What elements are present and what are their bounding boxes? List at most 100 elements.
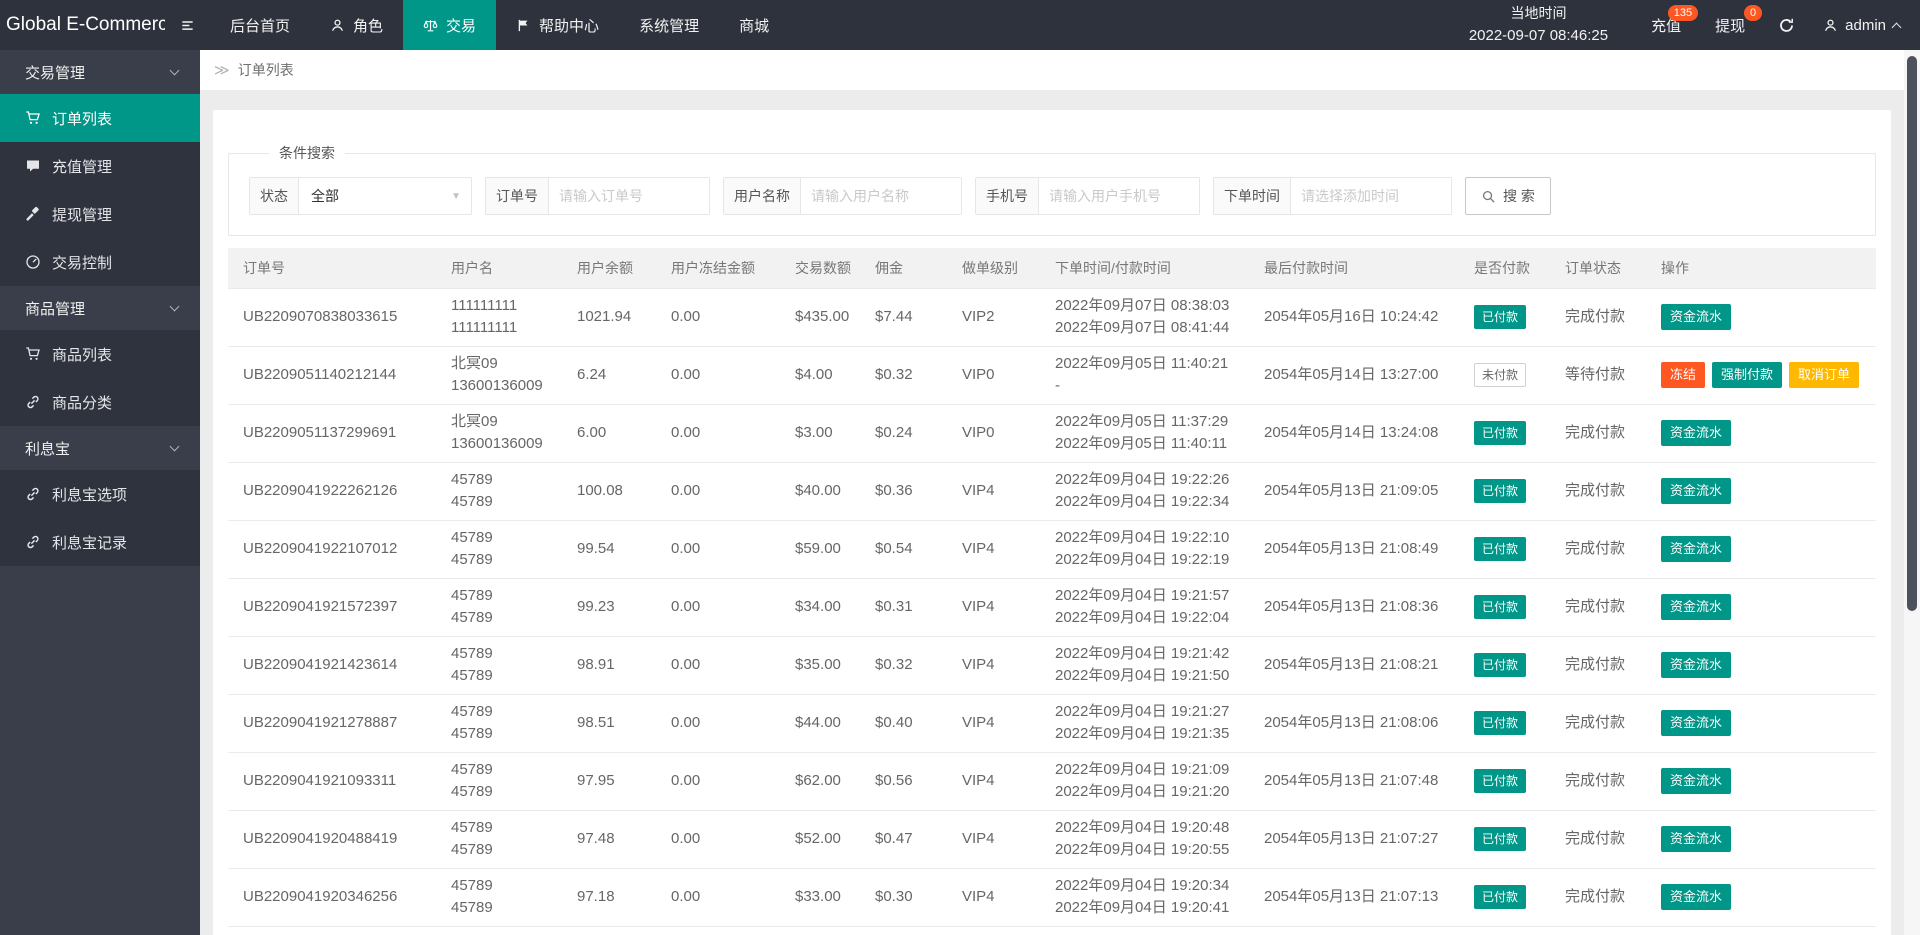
sidebar-section-商品管理[interactable]: 商品管理 — [0, 286, 200, 330]
sidebar-section-利息宝[interactable]: 利息宝 — [0, 426, 200, 470]
order-no-label: 订单号 — [486, 178, 549, 214]
balance-cell: 99.23 — [569, 578, 663, 637]
table-row: UB2209051140212144 北冥09 13600136009 6.24 0.0… — [228, 346, 1876, 405]
scrollbar-thumb[interactable] — [1907, 56, 1917, 611]
chevron-down-icon — [169, 441, 180, 451]
vip-level-cell: VIP4 — [954, 578, 1047, 637]
nav-item-交易[interactable]: 交易 — [403, 0, 497, 50]
line-1: 2022年09月04日 19:20:48 — [1055, 819, 1230, 836]
action-button-资金流水[interactable]: 资金流水 — [1661, 652, 1732, 678]
local-time-value: 2022-09-07 08:46:25 — [1468, 27, 1609, 45]
notification-badge: 135 — [1667, 5, 1699, 21]
balance-cell: 97.95 — [569, 752, 663, 811]
action-button-资金流水[interactable]: 资金流水 — [1661, 826, 1732, 852]
phone-input[interactable] — [1039, 178, 1199, 214]
search-button[interactable]: 搜 索 — [1465, 177, 1551, 215]
sidebar-item-利息宝选项[interactable]: 利息宝选项 — [0, 470, 200, 518]
user-cell: 45789 45789 — [443, 636, 569, 695]
pay-status-badge: 已付款 — [1474, 421, 1527, 445]
line-2: 45789 — [451, 493, 493, 510]
status-select[interactable]: 全部 ▼ — [299, 178, 471, 214]
action-button-资金流水[interactable]: 资金流水 — [1661, 768, 1732, 794]
commission-cell: $7.44 — [867, 288, 954, 347]
nav-item-帮助中心[interactable]: 帮助中心 — [496, 0, 619, 50]
nav-item-系统管理[interactable]: 系统管理 — [619, 0, 719, 50]
vertical-scrollbar[interactable] — [1904, 50, 1920, 935]
line-1: 45789 — [451, 645, 493, 662]
sidebar-section-交易管理[interactable]: 交易管理 — [0, 50, 200, 94]
pay-status-cell: 已付款 — [1466, 636, 1557, 695]
user-name-input[interactable] — [801, 178, 961, 214]
sidebar-item-利息宝记录[interactable]: 利息宝记录 — [0, 518, 200, 566]
admin-menu[interactable]: admin — [1811, 0, 1920, 50]
refresh-button[interactable] — [1762, 0, 1811, 50]
last-pay-time-cell: 2054年05月13日 21:08:36 — [1256, 578, 1466, 637]
line-1: 北冥09 — [451, 413, 498, 430]
balance-cell: 100.08 — [569, 462, 663, 521]
order-time-input[interactable] — [1291, 178, 1451, 214]
nav-item-label: 商城 — [739, 17, 770, 35]
action-button-取消订单[interactable]: 取消订单 — [1789, 362, 1860, 388]
line-1: 北冥09 — [451, 355, 498, 372]
column-header: 是否付款 — [1466, 248, 1557, 289]
line-2: 45789 — [451, 609, 493, 626]
action-button-资金流水[interactable]: 资金流水 — [1661, 420, 1732, 446]
nav-item-后台首页[interactable]: 后台首页 — [210, 0, 310, 50]
order-status-cell: 完成付款 — [1557, 462, 1653, 521]
sidebar-toggle-button[interactable] — [165, 0, 210, 50]
sidebar-item-label: 利息宝记录 — [52, 534, 128, 552]
action-button-资金流水[interactable]: 资金流水 — [1661, 478, 1732, 504]
sidebar-item-订单列表[interactable]: 订单列表 — [0, 94, 200, 142]
action-button-冻结[interactable]: 冻结 — [1661, 362, 1706, 388]
line-2: 13600136009 — [451, 435, 543, 452]
balance-cell: 1021.94 — [569, 288, 663, 347]
line-1: 2022年09月05日 11:37:29 — [1055, 413, 1229, 430]
user-cell: 北冥09 13600136009 — [443, 346, 569, 405]
order-no-cell: UB2209041921423614 — [228, 636, 443, 695]
notification-badge: 0 — [1744, 5, 1763, 21]
main-content: 条件搜索 状态 全部 ▼ 订单号 用户名称 — [200, 90, 1920, 935]
commission-cell: $0.40 — [867, 694, 954, 753]
actions-cell: 资金流水 — [1653, 462, 1876, 521]
amount-cell: $59.00 — [787, 520, 867, 579]
quick-link-recharge[interactable]: 充值 135 — [1634, 0, 1699, 50]
action-button-资金流水[interactable]: 资金流水 — [1661, 884, 1732, 910]
order-status-cell: 完成付款 — [1557, 288, 1653, 347]
vip-level-cell: VIP4 — [954, 462, 1047, 521]
action-button-资金流水[interactable]: 资金流水 — [1661, 536, 1732, 562]
action-button-强制付款[interactable]: 强制付款 — [1712, 362, 1783, 388]
pay-status-cell: 已付款 — [1466, 810, 1557, 869]
table-row: UB2209051137299691 北冥09 13600136009 6.00 0.0… — [228, 404, 1876, 463]
last-pay-time-cell: 2054年05月13日 21:07:13 — [1256, 868, 1466, 927]
user-cell: 45789 45789 — [443, 462, 569, 521]
quick-link-label: 提现 — [1715, 17, 1746, 35]
breadcrumb-label: 订单列表 — [237, 62, 294, 78]
sidebar-section-label: 利息宝 — [25, 440, 71, 458]
nav-item-商城[interactable]: 商城 — [719, 0, 789, 50]
line-2: 2022年09月04日 19:21:50 — [1055, 667, 1230, 684]
quick-link-withdraw[interactable]: 提现 0 — [1698, 0, 1763, 50]
actions-cell: 资金流水 — [1653, 752, 1876, 811]
chevron-down-icon — [169, 301, 180, 311]
order-no-cell: UB2209041921278887 — [228, 694, 443, 753]
sidebar-item-提现管理[interactable]: 提现管理 — [0, 190, 200, 238]
action-button-资金流水[interactable]: 资金流水 — [1661, 304, 1732, 330]
action-button-资金流水[interactable]: 资金流水 — [1661, 594, 1732, 620]
column-header: 做单级别 — [954, 248, 1047, 289]
sidebar-item-充值管理[interactable]: 充值管理 — [0, 142, 200, 190]
last-pay-time-cell: 2054年05月13日 21:07:48 — [1256, 752, 1466, 811]
action-button-资金流水[interactable]: 资金流水 — [1661, 710, 1732, 736]
quick-links: 充值 135 提现 0 — [1634, 0, 1763, 50]
order-no-cell: UB2209070838033615 — [228, 288, 443, 347]
sidebar-item-商品分类[interactable]: 商品分类 — [0, 378, 200, 426]
sidebar-item-商品列表[interactable]: 商品列表 — [0, 330, 200, 378]
search-row: 状态 全部 ▼ 订单号 用户名称 手机号 — [249, 177, 1855, 215]
sidebar-item-交易控制[interactable]: 交易控制 — [0, 238, 200, 286]
amount-cell: $62.00 — [787, 752, 867, 811]
order-no-input[interactable] — [549, 178, 709, 214]
table-row: UB2209041922107012 45789 45789 99.54 0.00 $59… — [228, 520, 1876, 579]
line-1: 2022年09月04日 19:21:57 — [1055, 587, 1230, 604]
order-no-cell: UB2209051137299691 — [228, 404, 443, 463]
navbar-right: 当地时间 2022-09-07 08:46:25 充值 135 提现 0 admin — [1469, 0, 1920, 50]
nav-item-角色[interactable]: 角色 — [310, 0, 403, 50]
